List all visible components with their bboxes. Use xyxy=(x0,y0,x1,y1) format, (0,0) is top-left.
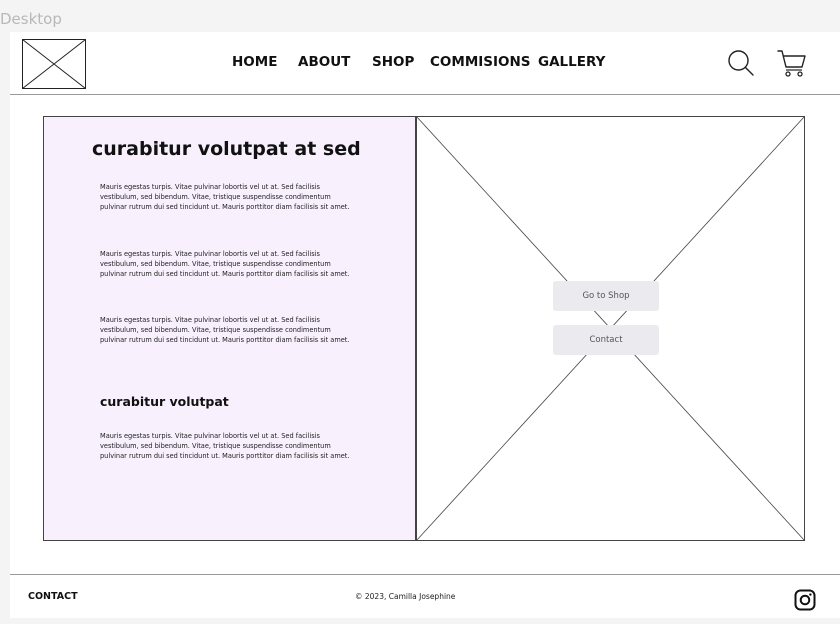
nav-shop[interactable]: SHOP xyxy=(372,54,414,70)
hero-sub-paragraph: Mauris egestas turpis. Vitae pulvinar lo… xyxy=(100,432,350,460)
hero-paragraph-3: Mauris egestas turpis. Vitae pulvinar lo… xyxy=(100,316,350,344)
contact-button[interactable]: Contact xyxy=(553,325,659,355)
header: HOME ABOUT SHOP COMMISIONS GALLERY xyxy=(10,32,840,94)
nav-gallery[interactable]: GALLERY xyxy=(538,54,605,70)
logo-placeholder[interactable] xyxy=(22,39,86,89)
hero-paragraph-1: Mauris egestas turpis. Vitae pulvinar lo… xyxy=(100,183,350,211)
cart-icon[interactable] xyxy=(776,47,808,79)
frame-label: Desktop xyxy=(0,10,62,28)
footer-contact-link[interactable]: CONTACT xyxy=(28,591,78,602)
hero-subtitle: curabitur volutpat xyxy=(100,394,229,409)
footer-divider xyxy=(10,574,840,575)
go-to-shop-button[interactable]: Go to Shop xyxy=(553,281,659,311)
hero-section: curabitur volutpat at sed Mauris egestas… xyxy=(43,116,805,541)
hero-paragraph-2: Mauris egestas turpis. Vitae pulvinar lo… xyxy=(100,250,350,278)
nav-commisions[interactable]: COMMISIONS xyxy=(430,54,531,70)
nav-about[interactable]: ABOUT xyxy=(298,54,350,70)
page: HOME ABOUT SHOP COMMISIONS GALLERY curab… xyxy=(10,32,840,618)
text-panel: curabitur volutpat at sed Mauris egestas… xyxy=(43,116,416,541)
search-icon[interactable] xyxy=(726,48,756,78)
footer-copyright: © 2023, Camilla Josephine xyxy=(355,592,456,601)
hero-title: curabitur volutpat at sed xyxy=(92,138,361,160)
instagram-icon[interactable] xyxy=(794,589,816,611)
header-divider xyxy=(10,94,840,95)
nav-home[interactable]: HOME xyxy=(232,54,277,70)
